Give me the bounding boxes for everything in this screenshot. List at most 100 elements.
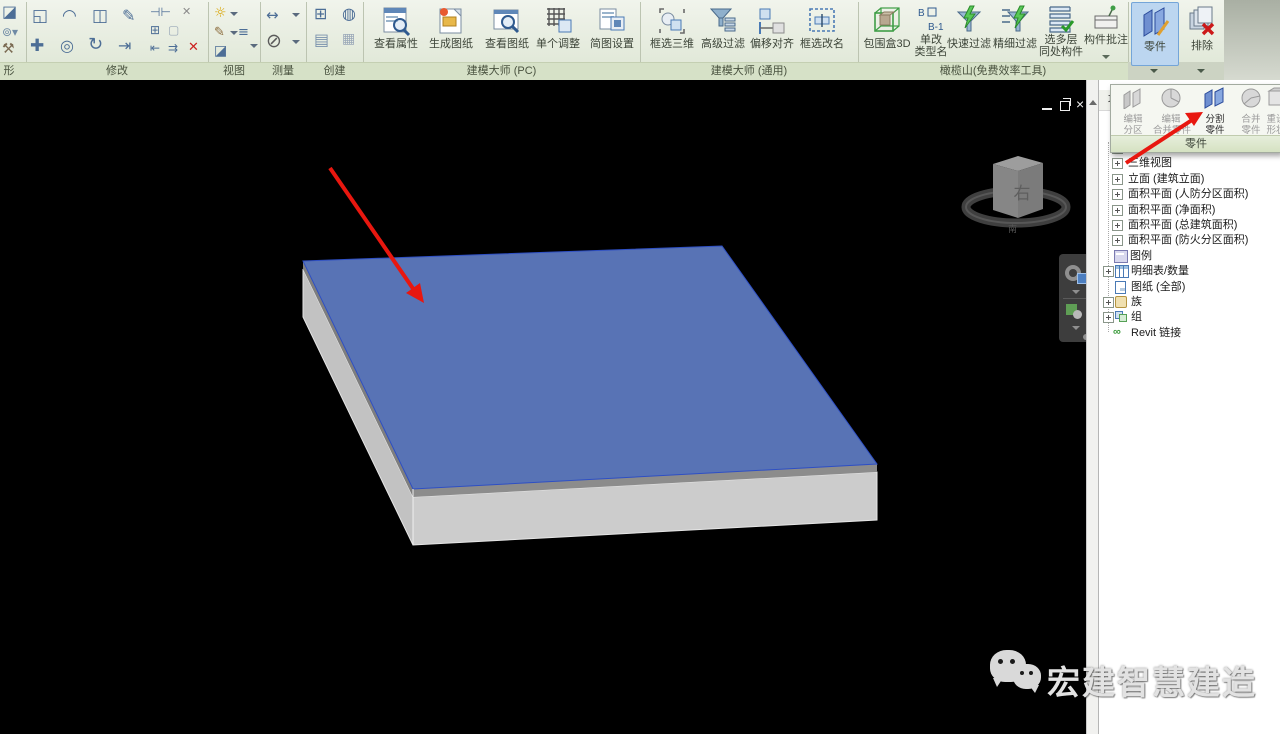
single-adjust-button[interactable]: 单个调整 bbox=[532, 2, 584, 62]
expand-icon[interactable] bbox=[1103, 297, 1114, 308]
panel-label-modify: 修改 bbox=[26, 62, 208, 80]
compass-south-label[interactable]: 南 bbox=[1008, 223, 1017, 234]
view-minimize-button[interactable] bbox=[1042, 108, 1052, 110]
parts-button[interactable]: 零件 bbox=[1131, 2, 1179, 66]
view-restore-button[interactable] bbox=[1060, 101, 1070, 111]
paintbrush-caret-icon[interactable] bbox=[230, 31, 238, 35]
expand-icon[interactable] bbox=[1112, 220, 1123, 231]
extend-icon[interactable]: ⇉ bbox=[168, 42, 178, 54]
rename-type-icon: B B-1 bbox=[914, 4, 948, 34]
viewcube[interactable]: 右 南 bbox=[966, 156, 1066, 234]
wall-icon[interactable]: ◱ bbox=[32, 8, 48, 25]
parts-flyout-panel: 编辑 分区 编辑 合并零件 分割 零件 合并 零件 bbox=[1110, 84, 1280, 153]
select-multi-level-button[interactable]: 选多层 同处构件 bbox=[1038, 2, 1084, 62]
scroll-up-icon[interactable] bbox=[1089, 100, 1097, 105]
view-sheets-button[interactable]: 查看图纸 bbox=[481, 2, 533, 62]
merge-parts-button[interactable]: 合并 零件 bbox=[1233, 87, 1269, 136]
edit-division-button[interactable]: 编辑 分区 bbox=[1115, 87, 1151, 136]
box-rename-icon bbox=[805, 4, 839, 38]
measure-diameter-icon[interactable]: ⊘ bbox=[266, 32, 282, 51]
array-icon[interactable]: ⊞ bbox=[150, 24, 160, 36]
lightbulb-icon[interactable]: ☼ bbox=[214, 6, 227, 20]
generate-sheets-icon bbox=[434, 4, 468, 38]
component-annotate-button[interactable]: 构件批注 bbox=[1082, 2, 1130, 62]
legend-component-icon[interactable]: ⊞ bbox=[314, 6, 327, 22]
view-sheets-icon bbox=[490, 4, 524, 38]
wheel-caret-icon[interactable] bbox=[1072, 290, 1080, 294]
rotate-icon[interactable]: ↻ bbox=[88, 36, 103, 54]
panel-label-create: 创建 bbox=[306, 62, 363, 80]
fine-filter-button[interactable]: 精细过滤 bbox=[992, 2, 1038, 62]
reset-shape-icon bbox=[1265, 87, 1280, 109]
advanced-filter-button[interactable]: 高级过滤 bbox=[699, 2, 747, 62]
view-properties-button[interactable]: 查看属性 bbox=[370, 2, 422, 62]
measure-between-icon[interactable]: ↔ bbox=[266, 8, 279, 23]
legend-icon bbox=[1114, 250, 1128, 263]
bounding-box-3d-button[interactable]: 包围盒3D bbox=[862, 2, 912, 62]
expand-icon[interactable] bbox=[1112, 189, 1123, 200]
advanced-filter-icon bbox=[706, 4, 740, 38]
in-place-mass-icon[interactable]: ◪ bbox=[2, 4, 17, 20]
box-rename-button[interactable]: 框选改名 bbox=[798, 2, 846, 62]
ribbon: ◪ ⊚▾ ⚒ 形 ◱ ◠ ◫ ✎ ⊣⊢ ✕ ⊞ ▢ ✚ ◎ ↻ ⇥ ⇤ ⇉ ✕ … bbox=[0, 0, 1280, 81]
exclude-button-caret-icon[interactable] bbox=[1197, 69, 1205, 73]
expand-icon[interactable] bbox=[1103, 266, 1114, 277]
view-close-button[interactable]: × bbox=[1076, 97, 1084, 111]
expand-icon[interactable] bbox=[1112, 158, 1123, 169]
paintbrush-icon[interactable]: ✎ bbox=[214, 26, 225, 39]
create-assembly-icon[interactable]: ▦ bbox=[342, 32, 355, 46]
diagram-settings-button[interactable]: 简图设置 bbox=[586, 2, 638, 62]
lightbulb-caret-icon[interactable] bbox=[230, 12, 238, 16]
copy-icon[interactable]: ◎ bbox=[60, 38, 74, 54]
split-element-icon[interactable]: ✎ bbox=[122, 8, 135, 24]
offset-icon[interactable]: ⇥ bbox=[118, 38, 131, 54]
drawing-area[interactable]: 右 南 × × bbox=[0, 80, 1086, 734]
offset-align-button[interactable]: 偏移对齐 bbox=[748, 2, 796, 62]
component-icon[interactable]: ⊚▾ bbox=[2, 26, 18, 38]
divide-parts-button[interactable]: 分割 零件 bbox=[1197, 87, 1233, 136]
svg-text:B-1: B-1 bbox=[928, 22, 944, 33]
move-icon[interactable]: ✚ bbox=[30, 38, 44, 55]
trim-icon[interactable]: ⇤ bbox=[150, 42, 160, 54]
revit-window: ◪ ⊚▾ ⚒ 形 ◱ ◠ ◫ ✎ ⊣⊢ ✕ ⊞ ▢ ✚ ◎ ↻ ⇥ ⇤ ⇉ ✕ … bbox=[0, 0, 1280, 734]
linework-caret-icon[interactable] bbox=[250, 44, 258, 48]
measure-caret-icon[interactable] bbox=[292, 13, 300, 17]
edit-merged-parts-button[interactable]: 编辑 合并零件 bbox=[1153, 87, 1189, 136]
reset-shape-button[interactable]: 重设 形状 bbox=[1265, 87, 1280, 136]
expand-icon[interactable] bbox=[1112, 205, 1123, 216]
box-select-3d-button[interactable]: 框选三维 bbox=[648, 2, 696, 62]
cope-icon[interactable]: ◠ bbox=[62, 8, 77, 25]
parts-button-caret-icon[interactable] bbox=[1150, 69, 1158, 73]
quick-filter-button[interactable]: 快速过滤 bbox=[946, 2, 992, 62]
svg-text:B: B bbox=[918, 8, 925, 19]
align-dim-icon[interactable]: ⊣⊢ bbox=[150, 6, 171, 18]
pin-icon[interactable]: ✕ bbox=[182, 6, 191, 17]
cut-geometry-icon[interactable]: ◫ bbox=[92, 8, 108, 25]
project-browser: 项 天花板平面 三维视图 立面 (建筑立面) 面积平面 (人防分区面积) 面积平… bbox=[1098, 80, 1280, 734]
viewcube-face-label[interactable]: 右 bbox=[1014, 184, 1031, 203]
slab-3d-model[interactable] bbox=[303, 246, 877, 545]
expand-icon[interactable] bbox=[1112, 174, 1123, 185]
offset-align-icon bbox=[755, 4, 789, 38]
box-select-3d-icon bbox=[655, 4, 689, 38]
expand-icon[interactable] bbox=[1112, 235, 1123, 246]
exclude-icon bbox=[1185, 4, 1219, 40]
hammer-icon[interactable]: ⚒ bbox=[2, 42, 15, 56]
create-group-icon[interactable]: ◍ bbox=[342, 6, 356, 22]
select-multi-level-icon bbox=[1044, 4, 1078, 34]
mirror-icon[interactable]: ▢ bbox=[168, 24, 179, 36]
linework-icon[interactable]: ≡ bbox=[238, 26, 249, 39]
revit-link-icon: ∞ bbox=[1113, 327, 1125, 338]
create-parts-icon[interactable]: ▤ bbox=[314, 32, 329, 48]
diagram-settings-icon bbox=[595, 4, 629, 38]
exclude-button[interactable]: 排除 bbox=[1179, 2, 1225, 64]
zoom-caret-icon[interactable] bbox=[1072, 326, 1080, 330]
sheet-icon bbox=[1115, 281, 1126, 294]
annotate-caret-icon[interactable] bbox=[1102, 55, 1110, 59]
zoom-tool-icon[interactable] bbox=[1066, 304, 1077, 315]
generate-sheets-button[interactable]: 生成图纸 bbox=[425, 2, 477, 62]
hide-box-icon[interactable]: ◪ bbox=[214, 44, 227, 58]
delete-icon[interactable]: ✕ bbox=[188, 41, 199, 54]
expand-icon[interactable] bbox=[1103, 312, 1114, 323]
diameter-caret-icon[interactable] bbox=[292, 40, 300, 44]
